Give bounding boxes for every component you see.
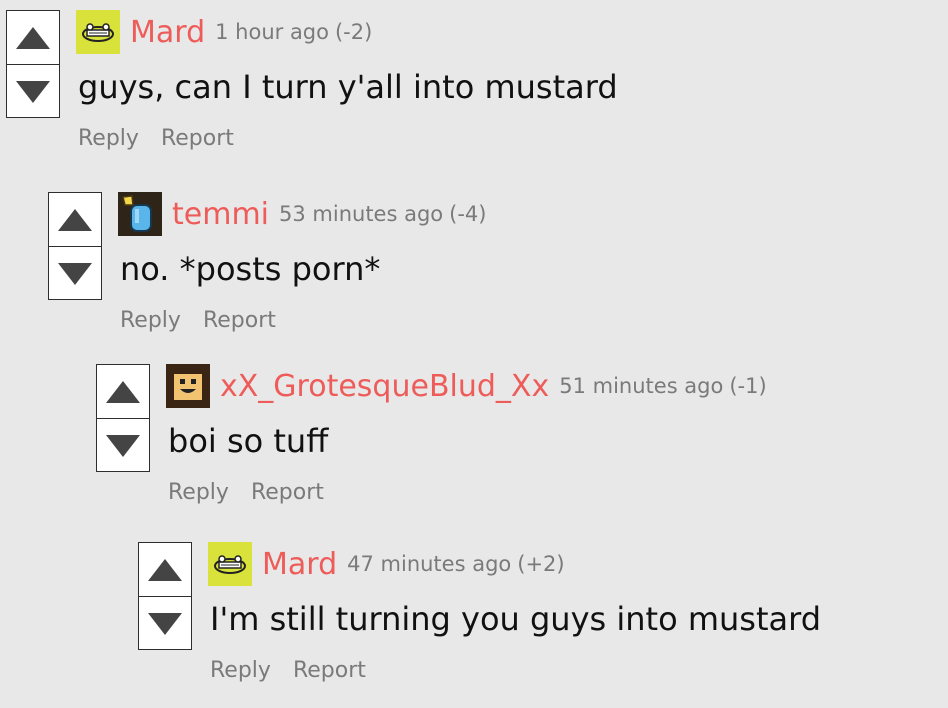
- report-link[interactable]: Report: [293, 658, 366, 683]
- upvote-arrow-icon: [106, 380, 140, 403]
- comment-meta: xX_GrotesqueBlud_Xx 51 minutes ago (-1): [220, 364, 767, 408]
- score-badge: (+2): [517, 552, 565, 576]
- vote-box: [48, 192, 102, 300]
- vote-box: [96, 364, 150, 472]
- upvote-button[interactable]: [49, 193, 101, 247]
- upvote-arrow-icon: [16, 26, 50, 49]
- reply-link[interactable]: Reply: [120, 308, 181, 333]
- timestamp: 53 minutes ago: [279, 202, 444, 226]
- vote-box: [138, 542, 192, 650]
- comment-body: I'm still turning you guys into mustard: [210, 600, 821, 638]
- upvote-arrow-icon: [58, 208, 92, 231]
- comment-actions: Reply Report: [120, 308, 298, 333]
- downvote-button[interactable]: [49, 247, 101, 300]
- username-link[interactable]: xX_GrotesqueBlud_Xx: [220, 369, 549, 404]
- comment-body: no. *posts porn*: [120, 250, 381, 288]
- downvote-button[interactable]: [7, 65, 59, 118]
- upvote-button[interactable]: [139, 543, 191, 597]
- reply-link[interactable]: Reply: [210, 658, 271, 683]
- comment-meta: temmi 53 minutes ago (-4): [172, 192, 486, 236]
- downvote-button[interactable]: [97, 419, 149, 472]
- timestamp: 1 hour ago: [215, 20, 329, 44]
- username-link[interactable]: Mard: [130, 15, 205, 50]
- report-link[interactable]: Report: [251, 480, 324, 505]
- comment-actions: Reply Report: [210, 658, 388, 683]
- reply-link[interactable]: Reply: [168, 480, 229, 505]
- potion-avatar-icon[interactable]: [118, 192, 162, 236]
- downvote-button[interactable]: [139, 597, 191, 650]
- downvote-arrow-icon: [148, 612, 182, 635]
- score-badge: (-1): [729, 374, 767, 398]
- comment-body: boi so tuff: [168, 422, 329, 460]
- username-link[interactable]: Mard: [262, 547, 337, 582]
- downvote-arrow-icon: [106, 434, 140, 457]
- timestamp: 47 minutes ago: [347, 552, 512, 576]
- comment-meta: Mard 1 hour ago (-2): [130, 10, 372, 54]
- vote-box: [6, 10, 60, 118]
- face-avatar-icon[interactable]: [166, 364, 210, 408]
- score-badge: (-2): [334, 20, 373, 44]
- frog-avatar-icon[interactable]: [76, 10, 120, 54]
- score-badge: (-4): [449, 202, 487, 226]
- username-link[interactable]: temmi: [172, 197, 269, 232]
- upvote-button[interactable]: [97, 365, 149, 419]
- frog-avatar-icon[interactable]: [208, 542, 252, 586]
- comment-body: guys, can I turn y'all into mustard: [78, 68, 618, 106]
- reply-link[interactable]: Reply: [78, 126, 139, 151]
- report-link[interactable]: Report: [161, 126, 234, 151]
- comment-actions: Reply Report: [168, 480, 346, 505]
- timestamp: 51 minutes ago: [559, 374, 724, 398]
- upvote-button[interactable]: [7, 11, 59, 65]
- upvote-arrow-icon: [148, 558, 182, 581]
- comment-actions: Reply Report: [78, 126, 256, 151]
- report-link[interactable]: Report: [203, 308, 276, 333]
- comment-meta: Mard 47 minutes ago (+2): [262, 542, 565, 586]
- downvote-arrow-icon: [16, 80, 50, 103]
- downvote-arrow-icon: [58, 262, 92, 285]
